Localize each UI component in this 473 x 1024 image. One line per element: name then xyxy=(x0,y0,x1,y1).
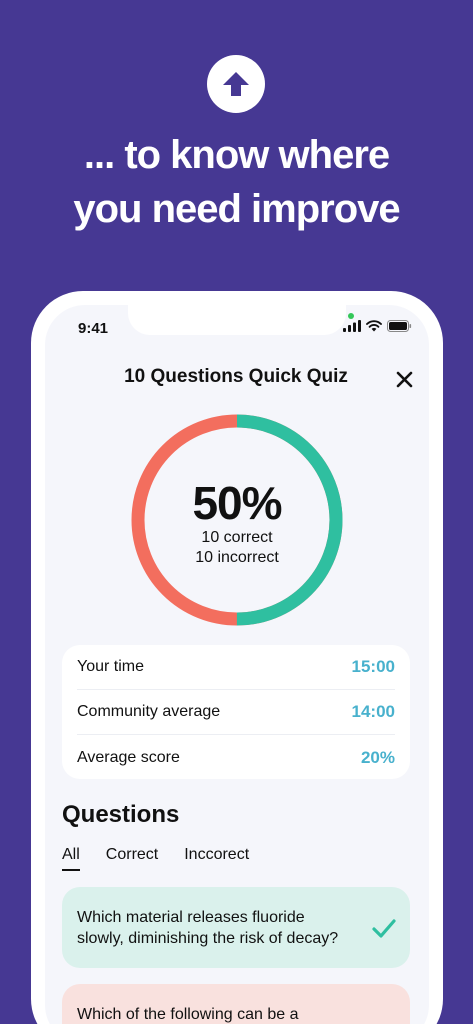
stat-label: Community average xyxy=(77,703,221,720)
incorrect-count: 10 incorrect xyxy=(195,549,279,566)
stat-value: 15:00 xyxy=(351,657,395,676)
phone-notch xyxy=(128,305,346,335)
promo-title-line-2: you need improve xyxy=(73,187,400,231)
status-icons xyxy=(343,320,412,332)
questions-heading: Questions xyxy=(62,801,180,828)
score-summary: 50% 10 correct 10 incorrect xyxy=(131,414,343,626)
arrow-up-icon xyxy=(207,55,265,113)
correct-count: 10 correct xyxy=(201,529,273,546)
stat-value: 20% xyxy=(360,747,395,767)
tab-all[interactable]: All xyxy=(62,846,80,871)
stat-row-average-score: Average score 20% xyxy=(77,735,395,780)
stats-card: Your time 15:00 Community average 14:00 … xyxy=(62,645,410,779)
battery-icon xyxy=(387,320,412,332)
tab-incorrect[interactable]: Inccorect xyxy=(184,846,249,871)
cellular-signal-icon xyxy=(343,320,361,332)
promo-title-line-1: ... to know where xyxy=(83,133,390,177)
question-text: Which material releases fluoride slowly,… xyxy=(77,909,339,947)
checkmark-icon xyxy=(372,919,396,938)
status-time: 9:41 xyxy=(78,320,109,337)
stat-label: Average score xyxy=(77,748,180,766)
question-card-incorrect[interactable]: Which of the following can be a xyxy=(62,984,410,1024)
quiz-title: 10 Questions Quick Quiz xyxy=(124,366,348,387)
question-text: Which of the following can be a xyxy=(77,1006,299,1023)
question-filter-tabs: All Correct Inccorect xyxy=(62,846,249,871)
close-icon[interactable] xyxy=(392,367,416,391)
question-card-correct[interactable]: Which material releases fluoride slowly,… xyxy=(62,887,410,968)
score-percent: 50% xyxy=(192,477,282,529)
stat-label: Your time xyxy=(77,658,144,675)
stat-row-community-average: Community average 14:00 xyxy=(77,690,395,735)
wifi-icon xyxy=(366,320,382,332)
promo-title: ... to know where you need improve xyxy=(0,128,473,236)
camera-indicator xyxy=(348,313,354,319)
stat-value: 14:00 xyxy=(351,702,395,721)
stat-row-your-time: Your time 15:00 xyxy=(77,645,395,690)
tab-correct[interactable]: Correct xyxy=(106,846,158,871)
